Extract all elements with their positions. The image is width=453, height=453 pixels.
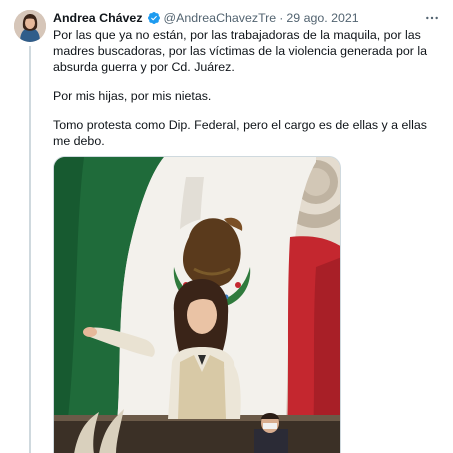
header-separator: · [279, 11, 284, 25]
author-avatar[interactable] [14, 10, 46, 42]
tweet-header: Andrea Chávez @AndreaChavezTre · 29 ago.… [53, 10, 359, 26]
author-display-name[interactable]: Andrea Chávez [53, 11, 143, 25]
author-handle[interactable]: @AndreaChavezTre [164, 11, 277, 25]
more-horizontal-icon [426, 16, 438, 20]
tweet-text-paragraph-3: Tomo protesta como Dip. Federal, pero el… [53, 118, 427, 148]
verified-badge-icon [147, 11, 161, 25]
tweet-photo[interactable] [53, 156, 341, 453]
tweet-text-paragraph-2: Por mis hijas, por mis nietas. [53, 89, 212, 103]
tweet[interactable]: Andrea Chávez @AndreaChavezTre · 29 ago.… [0, 0, 453, 453]
avatar-image [14, 10, 46, 42]
thread-line [29, 46, 31, 453]
photo-image [54, 157, 340, 453]
tweet-text-paragraph-1: Por las que ya no están, por las trabaja… [53, 28, 427, 74]
tweet-date[interactable]: 29 ago. 2021 [286, 11, 358, 25]
more-options-button[interactable] [422, 8, 442, 28]
